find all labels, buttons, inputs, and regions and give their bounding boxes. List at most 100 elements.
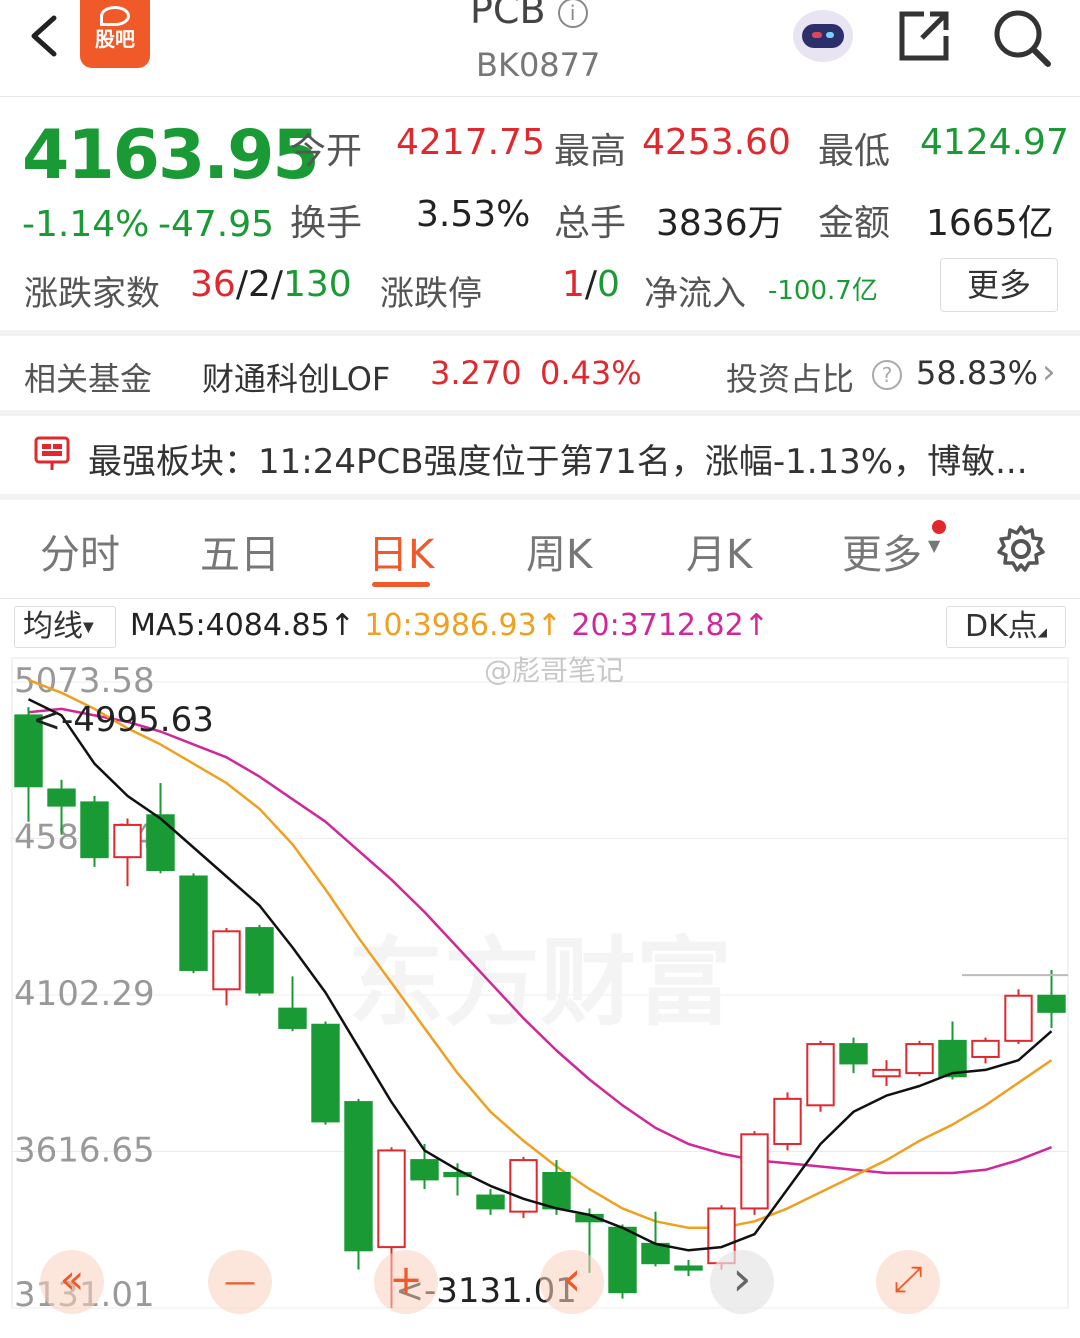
fund-pct: 0.43% [540,354,642,392]
ma5-value: MA5:4084.85 [130,608,330,643]
candle-body [674,1265,703,1271]
high-value: 4253.60 [642,122,791,163]
ma-selector-label: 均线 [23,609,83,644]
open-label: 今开 [290,131,363,172]
sector-code: BK0877 [476,46,601,84]
candle-body [1004,994,1033,1042]
kline-chart-svg: 5073.584587.944102.293616.653131.01东方财富<… [11,654,1069,1315]
kline-chart[interactable]: 5073.584587.944102.293616.653131.01东方财富<… [0,654,1080,1338]
robot-assistant-icon[interactable] [788,4,858,64]
turnover-label: 换手 [290,203,363,244]
candle-body [806,1043,835,1107]
rewind-icon: « [59,1257,85,1303]
volume-value: 3836万 [656,203,784,244]
fund-nav: 3.270 [430,354,522,392]
y-tick-label: 4102.29 [14,974,155,1014]
up-count: 36 [190,264,236,305]
netflow-label: 净流入 [644,274,746,314]
zoom-in-button[interactable]: + [374,1250,438,1314]
fullscreen-button[interactable]: ⤢ [876,1250,940,1314]
turnover-value: 3.53% [416,194,531,235]
ma10-arrow: ↑ [536,608,562,643]
search-icon [994,10,1051,67]
dk-point-button[interactable]: DK点◢ [946,606,1066,648]
ma-selector[interactable]: 均线▼ [14,606,116,648]
tab-more[interactable]: 更多 [842,522,922,580]
search-button[interactable] [990,6,1054,70]
low-value: 4124.97 [920,122,1069,163]
candle-body [278,1007,307,1029]
tab-monthly-k[interactable]: 月K [686,522,752,580]
fund-name[interactable]: 财通科创LOF [202,354,390,400]
zoom-out-button[interactable]: — [208,1250,272,1314]
invest-ratio-label: 投资占比 [726,360,855,398]
invest-ratio-value: 58.83% [916,354,1039,392]
more-button[interactable]: 更多 [940,258,1058,312]
chevron-left-small-icon: ‹ [562,1251,582,1307]
limit-down: 0 [597,264,620,305]
minus-icon: — [224,1262,256,1300]
current-price: 4163.95 [22,116,320,195]
candle-body [740,1133,769,1210]
limit-label: 涨跌停 [380,274,482,314]
open-value: 4217.75 [396,122,545,163]
tab-weekly-k[interactable]: 周K [526,522,592,580]
volume-label: 总手 [554,203,627,244]
y-tick-label: 3616.65 [14,1131,155,1171]
change-percent: -1.14% [22,204,150,245]
max-price-label: <-4995.63 [33,700,214,740]
settings-button[interactable] [996,524,1046,574]
limit-counts: 1/0 [562,264,620,305]
ma5-arrow: ↑ [329,608,355,643]
plus-icon: + [389,1257,423,1303]
help-icon[interactable]: ? [872,360,902,390]
guba-button[interactable]: 股吧 [80,0,150,68]
candle-body [971,1039,1000,1058]
guba-icon [100,6,130,26]
chevron-right-small-icon: › [732,1251,752,1307]
high-label: 最高 [554,131,627,172]
amount-value: 1665亿 [926,203,1054,244]
ma20-value: 20:3712.82 [571,608,744,643]
change-value: -47.95 [158,204,275,245]
down-count: 130 [283,264,352,305]
candle-body [113,823,142,859]
candle-body [509,1159,538,1213]
strongest-sector-banner[interactable]: 最强板块：11:24PCB强度位于第71名，涨幅-1.13%，博敏... [88,434,1028,483]
limit-up: 1 [562,264,585,305]
info-icon[interactable]: i [557,0,588,28]
gear-icon [997,525,1045,572]
fund-label: 相关基金 [24,360,153,398]
chevron-right-icon[interactable]: › [1042,352,1056,392]
tab-intraday[interactable]: 分时 [40,522,120,580]
notification-dot [932,520,946,534]
candle-body [839,1043,868,1065]
candle-body [773,1097,802,1145]
brand-watermark: 东方财富 [348,927,732,1039]
ma10-value: 10:3986.93 [364,608,537,643]
next-button[interactable]: › [710,1250,774,1314]
candle-body [872,1068,901,1078]
back-button[interactable] [20,10,72,62]
candle-body [476,1194,505,1210]
rewind-button[interactable]: « [40,1250,104,1314]
candle-body [146,814,175,872]
candle-body [245,927,274,994]
candle-body [47,788,76,807]
sector-name: PCB [470,0,546,32]
netflow-value: -100.7亿 [768,276,878,306]
candle-body [311,1023,340,1123]
previous-button[interactable]: ‹ [540,1250,604,1314]
candle-body [80,801,109,859]
guba-label: 股吧 [95,27,135,51]
banner-icon [34,436,70,472]
user-watermark: @彪哥笔记 [484,654,624,687]
candle-body [542,1171,571,1210]
amount-label: 金额 [818,203,891,244]
tab-five-day[interactable]: 五日 [200,522,280,580]
tab-daily-k[interactable]: 日K [368,522,434,580]
candle-body [608,1226,637,1294]
share-button[interactable] [894,6,954,66]
page-title: PCB i [470,0,588,32]
candle-body [179,875,208,971]
